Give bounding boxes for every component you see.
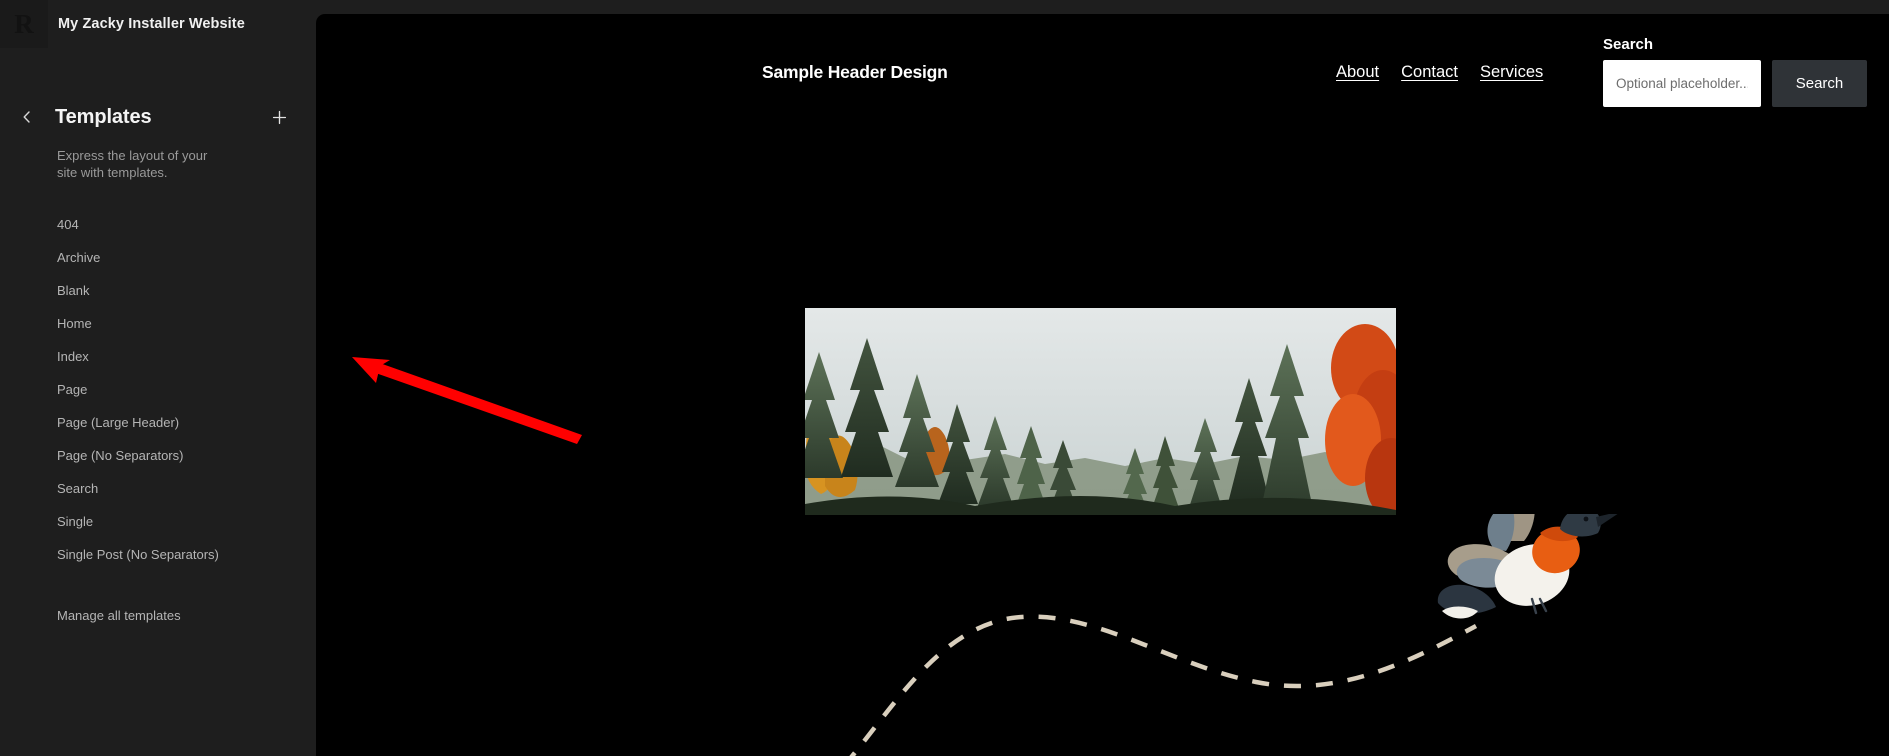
template-item-page-no-separators[interactable]: Page (No Separators) <box>0 439 316 472</box>
app-root: R My Zacky Installer Website Templates E… <box>0 0 1889 756</box>
template-item-search[interactable]: Search <box>0 472 316 505</box>
template-item-blank[interactable]: Blank <box>0 274 316 307</box>
template-item-single[interactable]: Single <box>0 505 316 538</box>
template-item-home[interactable]: Home <box>0 307 316 340</box>
templates-list: 404 Archive Blank Home Index Page Page (… <box>0 208 316 571</box>
search-label: Search <box>1603 36 1654 53</box>
template-item-404[interactable]: 404 <box>0 208 316 241</box>
canvas-wrapper: Sample Header Design About Contact Servi… <box>316 0 1889 756</box>
nav-link-contact[interactable]: Contact <box>1401 63 1458 82</box>
site-preview-canvas[interactable]: Sample Header Design About Contact Servi… <box>316 14 1889 756</box>
plus-icon <box>271 109 288 126</box>
search-button[interactable]: Search <box>1772 60 1867 107</box>
dashed-curve-path <box>849 614 1478 756</box>
preview-brand-title[interactable]: Sample Header Design <box>762 62 948 83</box>
manage-templates-row: Manage all templates <box>0 597 316 635</box>
nav-link-about[interactable]: About <box>1336 63 1379 82</box>
templates-panel-header: Templates <box>0 97 316 137</box>
sidebar-header: R My Zacky Installer Website <box>0 0 316 48</box>
manage-all-templates-link[interactable]: Manage all templates <box>57 608 181 623</box>
editor-sidebar: R My Zacky Installer Website Templates E… <box>0 0 316 756</box>
nav-link-services[interactable]: Services <box>1480 63 1543 82</box>
page-title: Templates <box>55 105 152 128</box>
template-item-archive[interactable]: Archive <box>0 241 316 274</box>
bird-flight-graphic <box>836 514 1836 756</box>
preview-nav: About Contact Services <box>1336 63 1543 82</box>
site-title: My Zacky Installer Website <box>58 16 245 32</box>
search-row: Search <box>1603 60 1873 107</box>
preview-search-block: Search Search <box>1603 36 1873 107</box>
template-item-page-large-header[interactable]: Page (Large Header) <box>0 406 316 439</box>
site-logo-button[interactable]: R <box>0 0 48 48</box>
template-item-page[interactable]: Page <box>0 373 316 406</box>
panel-description: Express the layout of your site with tem… <box>57 148 208 180</box>
chevron-left-icon <box>19 109 35 125</box>
back-button[interactable] <box>10 100 44 134</box>
template-item-single-post-no-separators[interactable]: Single Post (No Separators) <box>0 538 316 571</box>
forest-image[interactable] <box>805 308 1396 515</box>
add-template-button[interactable] <box>262 100 296 134</box>
flying-bird-illustration <box>1437 514 1618 619</box>
search-input[interactable] <box>1603 60 1761 107</box>
logo-letter: R <box>14 8 34 39</box>
template-item-index[interactable]: Index <box>0 340 316 373</box>
